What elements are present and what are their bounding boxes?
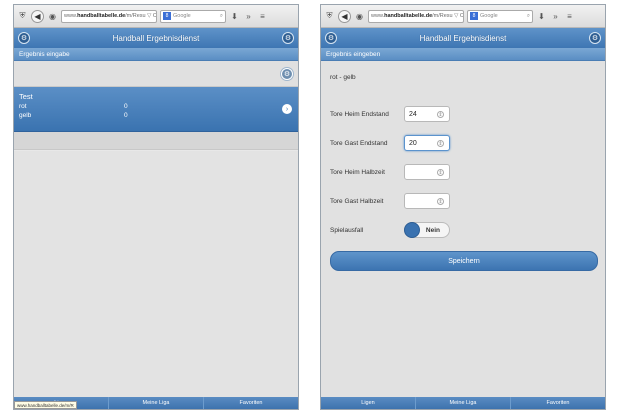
url-path: /m/Resu bbox=[432, 13, 453, 19]
tab-favoriten[interactable]: Favoriten bbox=[203, 397, 298, 409]
url-domain: handballtabelle.de bbox=[77, 13, 126, 19]
gear-icon[interactable]: ⚙ bbox=[18, 32, 30, 44]
spielausfall-toggle[interactable]: Nein bbox=[404, 222, 450, 238]
app-header: ⚙ Handball Ergebnisdienst ⚙ bbox=[14, 28, 298, 48]
status-link-popup: www.handballtabelle.de/m/R bbox=[14, 401, 77, 409]
site-identity-icon[interactable]: ◉ bbox=[47, 11, 58, 22]
form-row: Tore Heim Halbzeit ⇕ bbox=[330, 164, 596, 180]
download-icon[interactable]: ⬇ bbox=[229, 11, 240, 22]
save-button[interactable]: Speichern bbox=[330, 251, 598, 271]
bottom-tab-bar: Ligen Meine Liga Favoriten bbox=[321, 397, 605, 409]
app-title: Handball Ergebnisdienst bbox=[112, 33, 200, 43]
url-prefix: www. bbox=[371, 13, 385, 19]
field-label: Tore Heim Halbzeit bbox=[330, 168, 385, 176]
gear-icon[interactable]: ⚙ bbox=[282, 32, 294, 44]
search-placeholder: Google bbox=[480, 13, 498, 19]
hamburger-icon[interactable]: ≡ bbox=[257, 11, 268, 22]
magnifier-icon[interactable]: ⌕ bbox=[220, 13, 223, 20]
gear-icon[interactable]: ⚙ bbox=[325, 32, 337, 44]
url-reload[interactable]: ▽ C bbox=[454, 13, 463, 19]
shield-icon[interactable]: ⛨ bbox=[17, 11, 28, 22]
url-domain: handballtabelle.de bbox=[384, 13, 433, 19]
search-placeholder: Google bbox=[173, 13, 191, 19]
form-row: Spielausfall Nein bbox=[330, 222, 596, 238]
search-engine-logo: 8 bbox=[163, 12, 171, 20]
list-divider bbox=[14, 132, 298, 150]
shield-icon[interactable]: ⛨ bbox=[324, 11, 335, 22]
team-row: gelb 0 bbox=[19, 111, 293, 120]
browser-search-field[interactable]: 8 Google ⌕ bbox=[160, 9, 226, 23]
tore-heim-endstand-input[interactable]: 24 ⇕ bbox=[404, 106, 450, 122]
form-row: Tore Gast Endstand 20 ⇕ bbox=[330, 135, 596, 151]
url-reload[interactable]: ▽ C bbox=[147, 13, 156, 19]
field-value: 20 bbox=[409, 139, 417, 147]
team-score: 0 bbox=[124, 103, 128, 110]
stepper-icon[interactable]: ⇕ bbox=[437, 140, 444, 147]
toggle-value: Nein bbox=[425, 226, 440, 234]
team-name: gelb bbox=[19, 112, 32, 119]
download-icon[interactable]: ⬇ bbox=[536, 11, 547, 22]
browser-toolbar: ⛨ ◀ ◉ www. handballtabelle.de/m/Resu ▽ C … bbox=[321, 5, 605, 28]
url-field[interactable]: www. handballtabelle.de/m/Resu ▽ C bbox=[61, 9, 157, 23]
search-engine-logo: 8 bbox=[470, 12, 478, 20]
left-phone-screen: ⛨ ◀ ◉ www. handballtabelle.de/m/Resu ▽ C … bbox=[13, 4, 299, 410]
field-label: Tore Heim Endstand bbox=[330, 110, 389, 118]
game-list-item[interactable]: Test rot 0 gelb 0 › bbox=[14, 87, 298, 132]
tab-meine-liga[interactable]: Meine Liga bbox=[108, 397, 203, 409]
gear-icon[interactable]: ⚙ bbox=[281, 68, 293, 80]
match-teams: rot - gelb bbox=[330, 74, 356, 81]
app-title: Handball Ergebnisdienst bbox=[419, 33, 507, 43]
tore-heim-halbzeit-input[interactable]: ⇕ bbox=[404, 164, 450, 180]
field-label: Spielausfall bbox=[330, 226, 364, 234]
screenshot-stage: ⛨ ◀ ◉ www. handballtabelle.de/m/Resu ▽ C … bbox=[0, 0, 617, 414]
form-row: Tore Heim Endstand 24 ⇕ bbox=[330, 106, 596, 122]
game-title: Test bbox=[19, 92, 33, 101]
browser-search-field[interactable]: 8 Google ⌕ bbox=[467, 9, 533, 23]
site-identity-icon[interactable]: ◉ bbox=[354, 11, 365, 22]
tab-ligen[interactable]: Ligen bbox=[321, 397, 415, 409]
tore-gast-halbzeit-input[interactable]: ⇕ bbox=[404, 193, 450, 209]
stepper-icon[interactable]: ⇕ bbox=[437, 111, 444, 118]
chevron-right-icon[interactable]: › bbox=[282, 104, 292, 114]
subheader-label: Ergebnis eingabe bbox=[19, 50, 70, 58]
stepper-icon[interactable]: ⇕ bbox=[437, 198, 444, 205]
subheader-label: Ergebnis eingeben bbox=[326, 50, 381, 58]
tab-favoriten[interactable]: Favoriten bbox=[510, 397, 605, 409]
field-label: Tore Gast Halbzeit bbox=[330, 197, 384, 205]
hamburger-icon[interactable]: ≡ bbox=[564, 11, 575, 22]
field-label: Tore Gast Endstand bbox=[330, 139, 388, 147]
url-prefix: www. bbox=[64, 13, 78, 19]
right-phone-screen: ⛨ ◀ ◉ www. handballtabelle.de/m/Resu ▽ C … bbox=[320, 4, 606, 410]
double-chevron-icon[interactable]: » bbox=[550, 11, 561, 22]
back-arrow-icon[interactable]: ◀ bbox=[31, 9, 44, 23]
section-subheader: Ergebnis eingabe bbox=[14, 48, 298, 61]
stepper-icon[interactable]: ⇕ bbox=[437, 169, 444, 176]
result-form: rot - gelb Tore Heim Endstand 24 ⇕ Tore … bbox=[321, 61, 605, 406]
tab-meine-liga[interactable]: Meine Liga bbox=[415, 397, 510, 409]
app-header: ⚙ Handball Ergebnisdienst ⚙ bbox=[321, 28, 605, 48]
url-field[interactable]: www. handballtabelle.de/m/Resu ▽ C bbox=[368, 9, 464, 23]
toggle-knob[interactable] bbox=[404, 222, 420, 238]
field-value: 24 bbox=[409, 110, 417, 118]
magnifier-icon[interactable]: ⌕ bbox=[527, 13, 530, 20]
filter-row: ⚙ bbox=[14, 61, 298, 87]
team-score: 0 bbox=[124, 112, 128, 119]
double-chevron-icon[interactable]: » bbox=[243, 11, 254, 22]
section-subheader: Ergebnis eingeben bbox=[321, 48, 605, 61]
team-row: rot 0 bbox=[19, 102, 293, 111]
tore-gast-endstand-input[interactable]: 20 ⇕ bbox=[404, 135, 450, 151]
back-arrow-icon[interactable]: ◀ bbox=[338, 9, 351, 23]
url-path: /m/Resu bbox=[125, 13, 146, 19]
browser-toolbar: ⛨ ◀ ◉ www. handballtabelle.de/m/Resu ▽ C … bbox=[14, 5, 298, 28]
form-row: Tore Gast Halbzeit ⇕ bbox=[330, 193, 596, 209]
gear-icon[interactable]: ⚙ bbox=[589, 32, 601, 44]
content-empty-area bbox=[14, 151, 298, 397]
team-name: rot bbox=[19, 103, 27, 110]
